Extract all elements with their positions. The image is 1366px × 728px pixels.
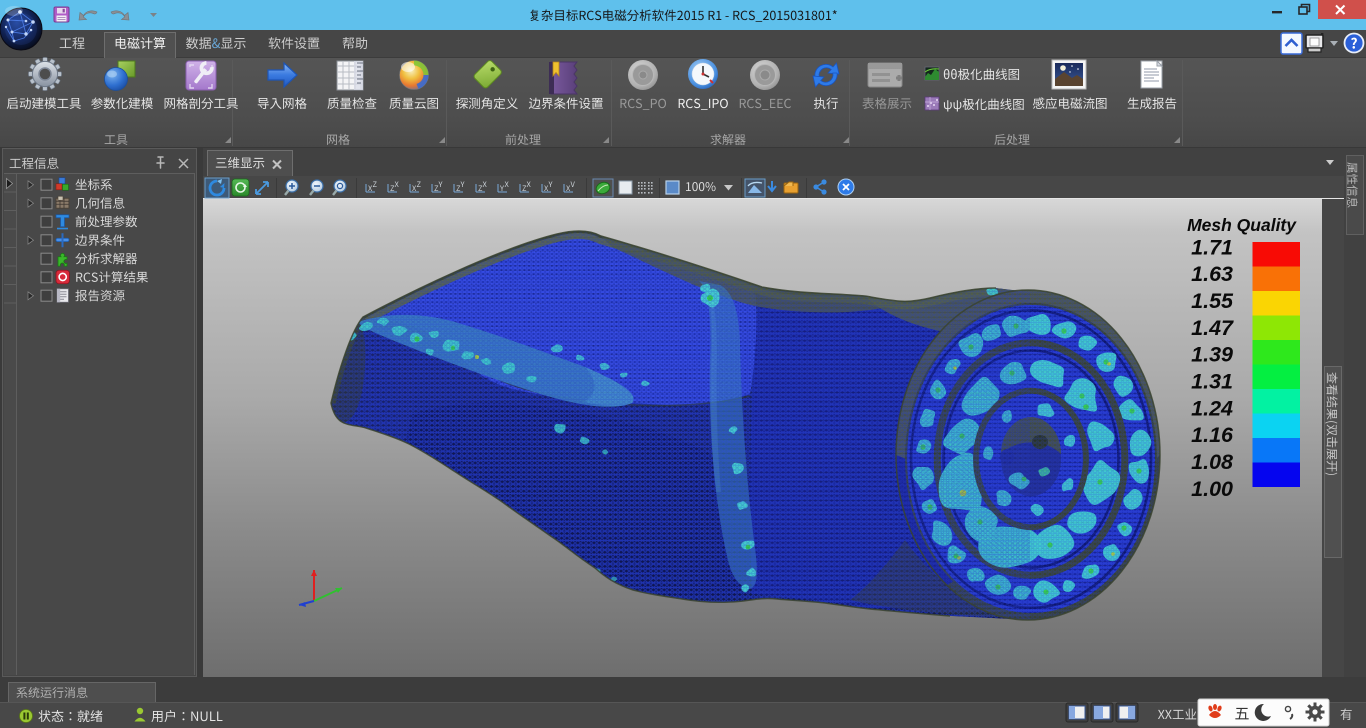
svg-text:1.00: 1.00 xyxy=(1191,477,1233,501)
svg-text:1.16: 1.16 xyxy=(1191,423,1234,447)
svg-text:1.39: 1.39 xyxy=(1191,343,1233,367)
svg-text:1.55: 1.55 xyxy=(1191,289,1234,313)
svg-text:1.71: 1.71 xyxy=(1191,235,1233,259)
svg-text:1.08: 1.08 xyxy=(1191,450,1233,474)
svg-text:1.24: 1.24 xyxy=(1191,396,1233,420)
svg-text:Mesh Quality: Mesh Quality xyxy=(1187,215,1297,235)
svg-text:1.47: 1.47 xyxy=(1191,316,1234,340)
svg-text:1.31: 1.31 xyxy=(1191,370,1233,394)
svg-text:1.63: 1.63 xyxy=(1191,262,1233,286)
